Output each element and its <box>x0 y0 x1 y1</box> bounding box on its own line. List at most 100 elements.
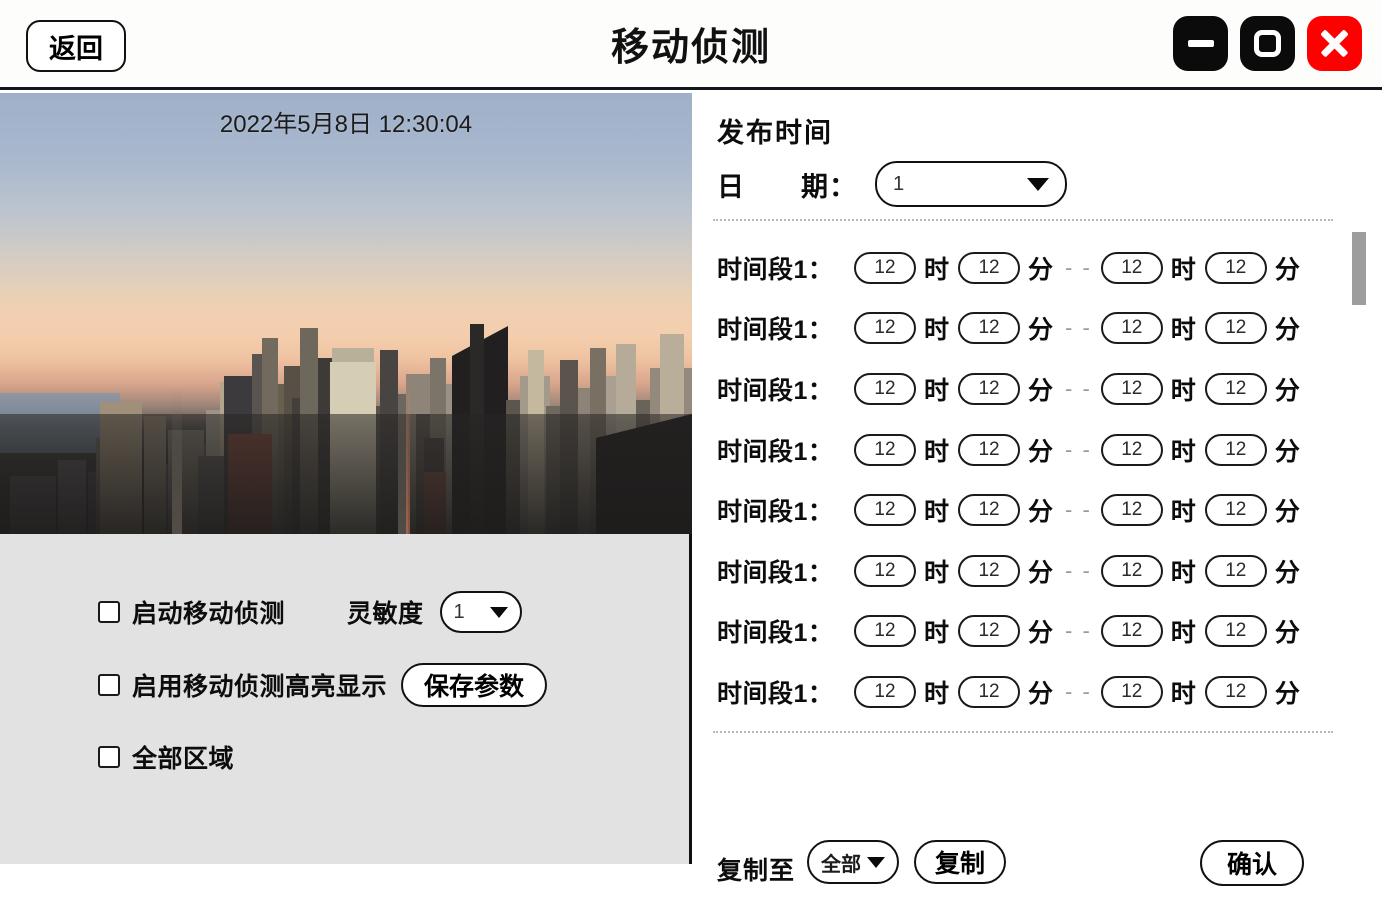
enable-motion-detect-label: 启动移动侦测 <box>132 600 286 628</box>
copy-button[interactable]: 复制 <box>914 840 1006 884</box>
window-controls <box>1173 16 1362 71</box>
minute-unit-label: 分 <box>1274 619 1300 647</box>
minute-unit-label: 分 <box>1028 377 1054 405</box>
range-separator: - - <box>1065 497 1092 522</box>
end-minute-input[interactable]: 12 <box>1204 373 1267 405</box>
highlight-row: 启用移动侦测高亮显示 保存参数 <box>98 663 548 707</box>
table-row: 时间段1： 12 时 12 分 - - 12 时 12 分 <box>717 367 1300 411</box>
start-hour-input[interactable]: 12 <box>854 312 916 344</box>
table-row: 时间段1： 12 时 12 分 - - 12 时 12 分 <box>717 246 1300 290</box>
close-button[interactable] <box>1307 16 1362 71</box>
minute-unit-label: 分 <box>1274 559 1300 587</box>
hour-unit-label: 时 <box>1170 316 1196 344</box>
end-hour-input[interactable]: 12 <box>1100 615 1163 647</box>
start-hour-input[interactable]: 12 <box>854 434 916 466</box>
minute-unit-label: 分 <box>1028 256 1054 284</box>
start-hour-input[interactable]: 12 <box>854 676 916 708</box>
copy-button-label: 复制 <box>934 850 985 878</box>
start-minute-input[interactable]: 12 <box>958 434 1021 466</box>
minute-unit-label: 分 <box>1028 680 1054 708</box>
footer-bar: 复制至 全部 复制 确认 <box>695 823 1382 923</box>
hour-unit-label: 时 <box>924 256 950 284</box>
end-hour-input[interactable]: 12 <box>1100 676 1163 708</box>
start-hour-input[interactable]: 12 <box>854 555 916 587</box>
table-row: 时间段1： 12 时 12 分 - - 12 时 12 分 <box>717 549 1300 593</box>
end-hour-input[interactable]: 12 <box>1100 312 1163 344</box>
hour-unit-label: 时 <box>1170 498 1196 526</box>
range-separator: - - <box>1065 315 1092 340</box>
minimize-icon <box>1187 40 1214 47</box>
time-period-label: 时间段1： <box>717 377 834 405</box>
end-minute-input[interactable]: 12 <box>1204 494 1267 526</box>
end-minute-input[interactable]: 12 <box>1204 615 1267 647</box>
sensitivity-select[interactable]: 1 <box>439 591 522 633</box>
end-hour-input[interactable]: 12 <box>1100 373 1163 405</box>
time-period-label: 时间段1： <box>717 619 834 647</box>
minute-unit-label: 分 <box>1028 559 1054 587</box>
maximize-button[interactable] <box>1240 16 1295 71</box>
range-separator: - - <box>1065 376 1092 401</box>
start-minute-input[interactable]: 12 <box>958 312 1021 344</box>
chevron-down-icon <box>867 856 885 868</box>
minimize-button[interactable] <box>1173 16 1228 71</box>
hour-unit-label: 时 <box>1170 377 1196 405</box>
start-hour-input[interactable]: 12 <box>854 615 916 647</box>
scrollbar-thumb[interactable] <box>1352 232 1366 305</box>
enable-motion-detect-checkbox[interactable] <box>98 601 120 623</box>
copy-to-select[interactable]: 全部 <box>807 840 899 884</box>
time-period-label: 时间段1： <box>717 256 834 284</box>
save-params-label: 保存参数 <box>424 673 525 701</box>
end-minute-input[interactable]: 12 <box>1204 252 1267 284</box>
end-hour-input[interactable]: 12 <box>1100 494 1163 526</box>
table-row: 时间段1： 12 时 12 分 - - 12 时 12 分 <box>717 609 1300 653</box>
copy-to-label: 复制至 <box>717 857 796 885</box>
end-hour-input[interactable]: 12 <box>1100 434 1163 466</box>
start-minute-input[interactable]: 12 <box>958 555 1021 587</box>
sensitivity-label: 灵敏度 <box>347 600 424 628</box>
hour-unit-label: 时 <box>924 377 950 405</box>
date-select[interactable]: 1 <box>875 161 1067 207</box>
enable-highlight-checkbox[interactable] <box>98 674 120 696</box>
save-params-button[interactable]: 保存参数 <box>401 663 548 707</box>
start-minute-input[interactable]: 12 <box>958 373 1021 405</box>
street-light-trail <box>172 384 182 534</box>
range-separator: - - <box>1065 558 1092 583</box>
end-minute-input[interactable]: 12 <box>1204 555 1267 587</box>
motion-detect-row: 启动移动侦测 灵敏度 1 <box>98 591 522 633</box>
time-period-label: 时间段1： <box>717 559 834 587</box>
video-preview[interactable]: 2022年5月8日 12:30:04 <box>0 93 692 534</box>
start-hour-input[interactable]: 12 <box>854 373 916 405</box>
time-period-list: 时间段1： 12 时 12 分 - - 12 时 12 分 时间段1： 12 时… <box>695 228 1382 817</box>
maximize-icon <box>1254 30 1281 57</box>
end-minute-input[interactable]: 12 <box>1204 676 1267 708</box>
copy-to-value: 全部 <box>821 853 861 876</box>
section-title: 发布时间 <box>717 118 833 148</box>
start-minute-input[interactable]: 12 <box>958 252 1021 284</box>
divider-top <box>713 219 1333 221</box>
date-label: 日 期： <box>717 171 857 202</box>
end-hour-input[interactable]: 12 <box>1100 555 1163 587</box>
range-separator: - - <box>1065 679 1092 704</box>
start-hour-input[interactable]: 12 <box>854 494 916 526</box>
video-timestamp: 2022年5月8日 12:30:04 <box>219 111 473 138</box>
range-separator: - - <box>1065 618 1092 643</box>
minute-unit-label: 分 <box>1028 438 1054 466</box>
end-hour-input[interactable]: 12 <box>1100 252 1163 284</box>
minute-unit-label: 分 <box>1274 498 1300 526</box>
end-minute-input[interactable]: 12 <box>1204 312 1267 344</box>
all-area-checkbox[interactable] <box>98 746 120 768</box>
confirm-button[interactable]: 确认 <box>1200 840 1304 886</box>
hour-unit-label: 时 <box>924 438 950 466</box>
time-period-label: 时间段1： <box>717 438 834 466</box>
start-minute-input[interactable]: 12 <box>958 676 1021 708</box>
hour-unit-label: 时 <box>924 498 950 526</box>
minute-unit-label: 分 <box>1274 680 1300 708</box>
hour-unit-label: 时 <box>1170 619 1196 647</box>
end-minute-input[interactable]: 12 <box>1204 434 1267 466</box>
start-minute-input[interactable]: 12 <box>958 615 1021 647</box>
start-minute-input[interactable]: 12 <box>958 494 1021 526</box>
date-row: 日 期： 1 <box>717 161 1067 207</box>
start-hour-input[interactable]: 12 <box>854 252 916 284</box>
table-row: 时间段1： 12 时 12 分 - - 12 时 12 分 <box>717 428 1300 472</box>
scrollbar-track[interactable] <box>1352 228 1366 817</box>
